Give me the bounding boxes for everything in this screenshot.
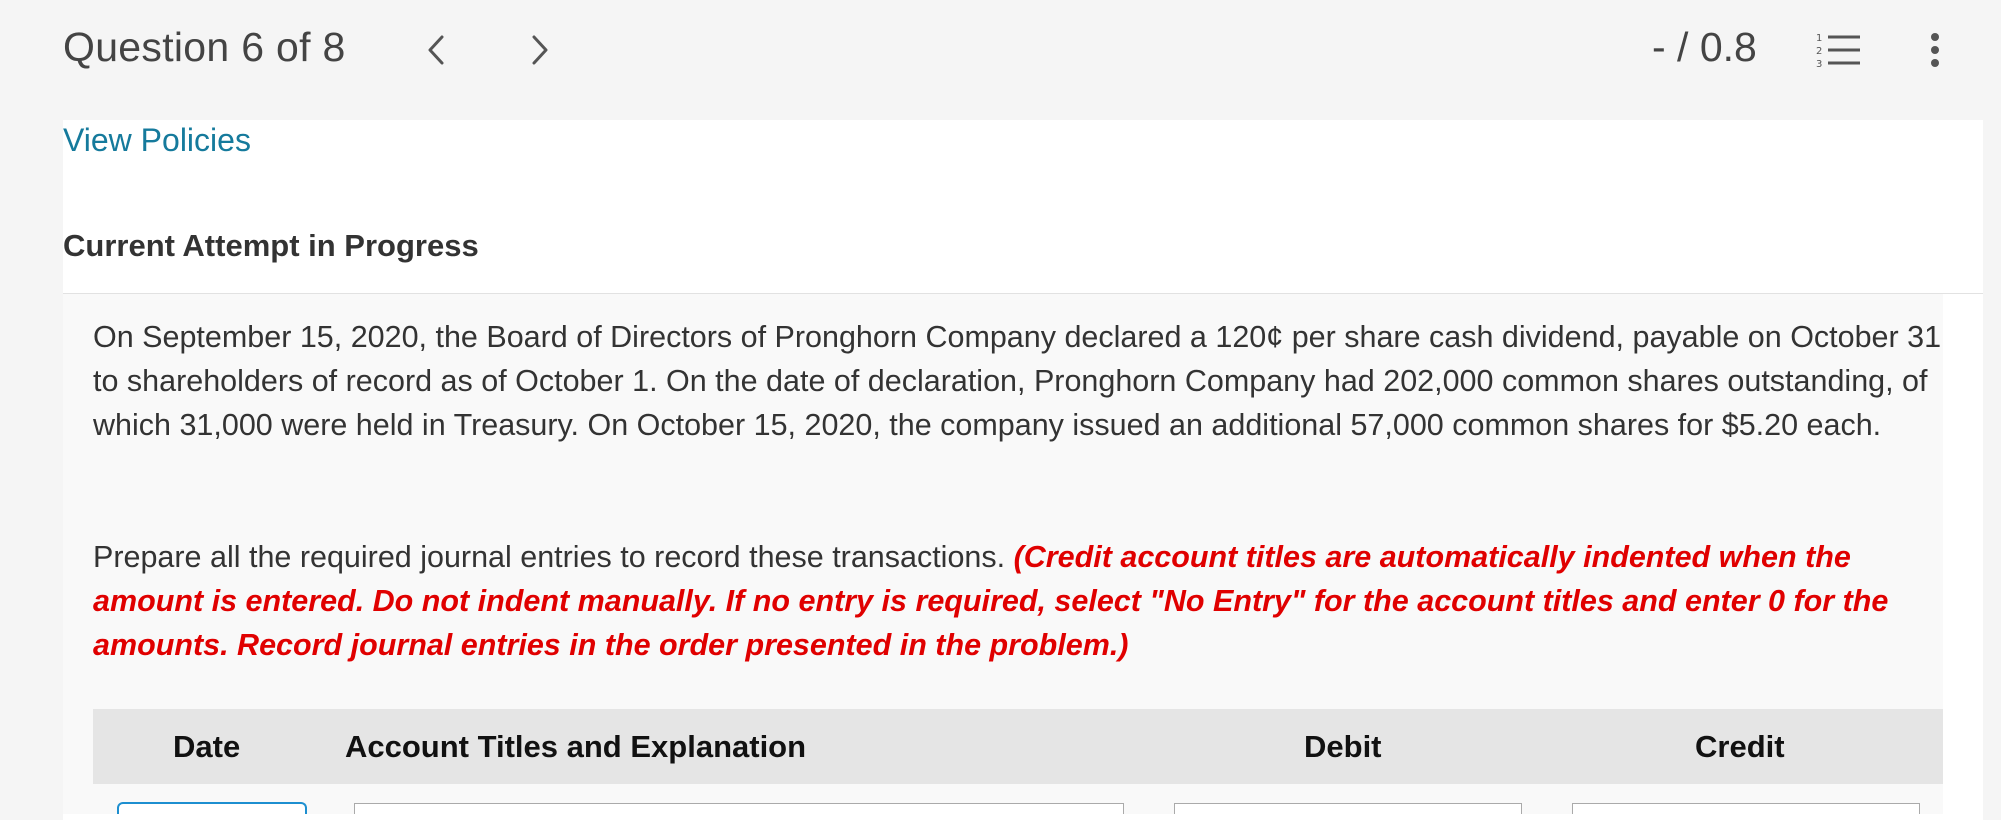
column-header-date: Date: [173, 729, 241, 764]
more-vertical-icon: [1931, 33, 1939, 67]
view-policies-link[interactable]: View Policies: [63, 122, 251, 159]
question-title: Question 6 of 8: [63, 24, 346, 70]
column-header-account: Account Titles and Explanation: [345, 729, 807, 764]
problem-text: On September 15, 2020, the Board of Dire…: [93, 320, 1942, 442]
previous-question-button[interactable]: [416, 26, 456, 74]
svg-text:2: 2: [1816, 46, 1822, 57]
question-list-button[interactable]: 1 2 3: [1816, 30, 1862, 70]
account-title-input[interactable]: [354, 803, 1124, 814]
instruction-text: Prepare all the required journal entries…: [93, 540, 1006, 574]
column-header-credit: Credit: [1695, 729, 1785, 764]
journal-table-header: Date Account Titles and Explanation Debi…: [93, 709, 1943, 784]
attempt-status-heading: Current Attempt in Progress: [63, 228, 479, 263]
chevron-right-icon: [532, 35, 548, 65]
instructions: Prepare all the required journal entries…: [93, 535, 1953, 667]
score-display: - / 0.8: [1652, 24, 1757, 70]
numbered-list-icon: 1 2 3: [1816, 33, 1860, 70]
next-question-button[interactable]: [520, 26, 560, 74]
date-select[interactable]: [117, 802, 307, 814]
svg-text:3: 3: [1816, 59, 1822, 70]
debit-input[interactable]: [1174, 803, 1522, 814]
chevron-left-icon: [428, 35, 444, 65]
top-bar: Question 6 of 8 - / 0.8 1 2 3: [0, 0, 2001, 100]
credit-input[interactable]: [1572, 803, 1920, 814]
svg-text:1: 1: [1816, 33, 1822, 44]
column-header-debit: Debit: [1304, 729, 1382, 764]
more-options-button[interactable]: [1920, 28, 1950, 72]
